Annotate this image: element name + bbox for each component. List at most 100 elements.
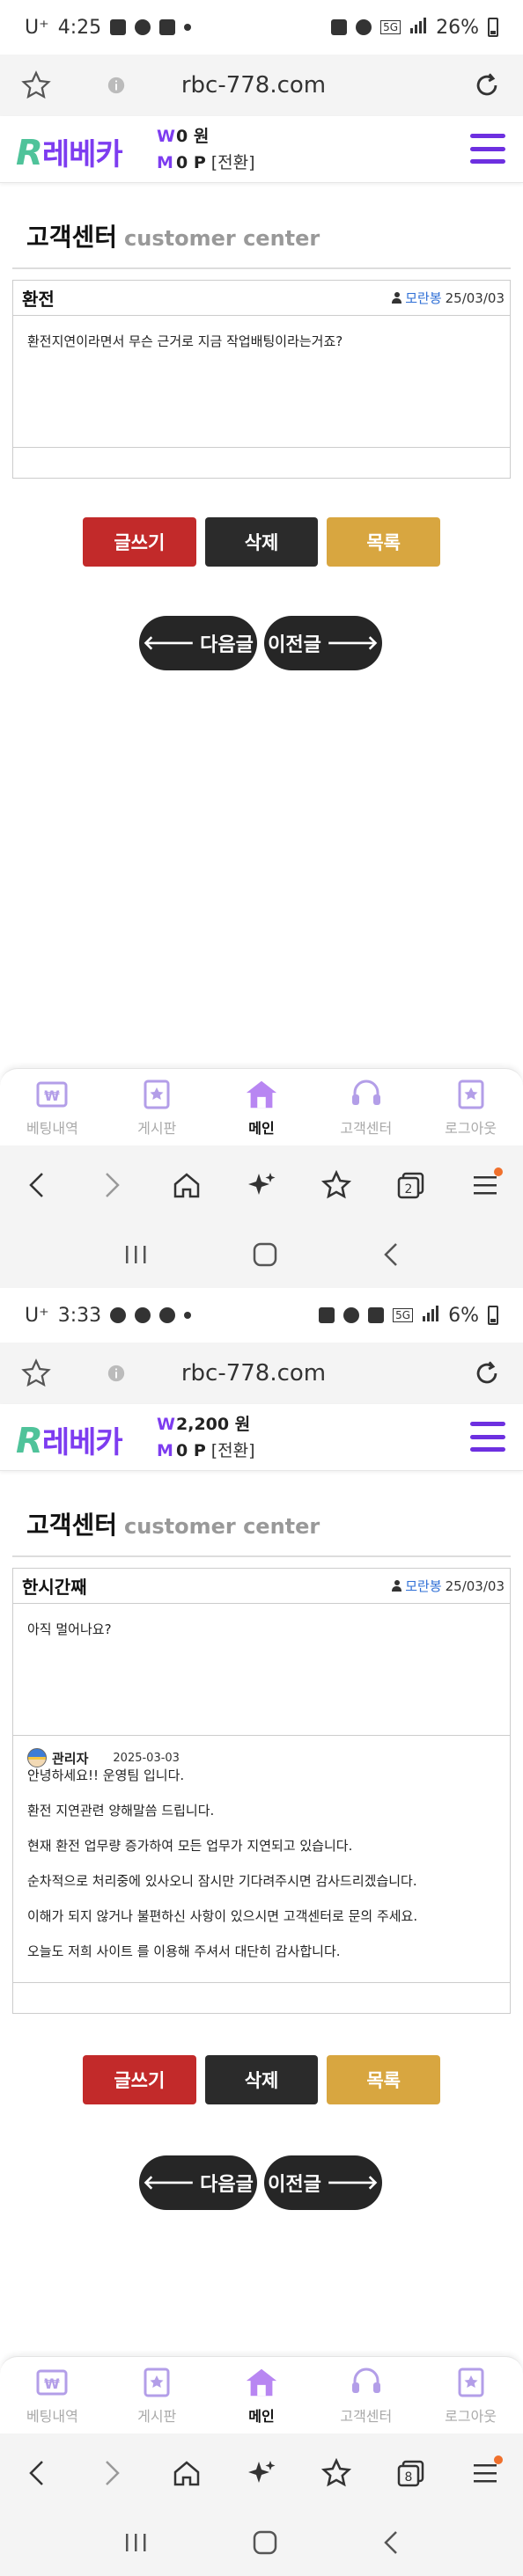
post-subject: 환전 <box>22 289 55 310</box>
won-balance: 0 원 <box>176 127 210 146</box>
nav-main[interactable]: 메인 <box>210 2357 314 2433</box>
alarm-icon <box>343 1307 360 1323</box>
reload-icon[interactable] <box>472 1358 502 1388</box>
point-balance: 0 P <box>176 153 206 172</box>
page-subtitle: customer center <box>124 226 320 251</box>
screenshot-2: U⁺ 3:33 5G 6% rbc-778.com R레베카 W2,200 원 … <box>0 1288 523 2576</box>
reply-date: 2025-03-03 <box>113 1751 180 1765</box>
tabs-icon[interactable]: 8 <box>392 2454 431 2492</box>
bookmarks-icon[interactable] <box>317 2454 356 2492</box>
post-date: 25/03/03 <box>445 1577 505 1594</box>
board-star-icon <box>139 1078 174 1111</box>
post-meta: 모란봉 25/03/03 <box>392 1577 505 1595</box>
nav-betting-history[interactable]: ₩ 베팅내역 <box>0 1069 105 1145</box>
site-info-icon[interactable] <box>107 76 126 95</box>
post-navigation: 🡐 다음글 이전글 🡒 <box>139 2155 382 2210</box>
prev-post-button[interactable]: 이전글 🡒 <box>264 2155 382 2210</box>
point-label: M <box>157 153 173 172</box>
site-info-icon[interactable] <box>107 1364 126 1383</box>
convert-link[interactable]: [전환] <box>211 153 255 172</box>
page-title: 고객센터 customer center <box>26 223 320 252</box>
post-author: 모란봉 <box>405 290 442 306</box>
menu-icon[interactable] <box>470 134 505 164</box>
post-author: 모란봉 <box>405 1578 442 1594</box>
write-button[interactable]: 글쓰기 <box>83 2055 196 2104</box>
home-browser-icon[interactable] <box>167 2454 206 2492</box>
status-bar: U⁺ 3:33 5G 6% <box>0 1288 523 1343</box>
site-logo[interactable]: R레베카 <box>16 130 123 173</box>
back-system-icon[interactable] <box>381 2529 401 2559</box>
site-logo[interactable]: R레베카 <box>16 1418 123 1461</box>
nav-board[interactable]: 게시판 <box>105 1069 210 1145</box>
ticket-won-icon: ₩ <box>34 2366 70 2399</box>
battery-percent: 6% <box>448 1304 479 1327</box>
site-header: R레베카 W0 원 M0 P [전환] <box>0 116 523 183</box>
post-meta: 모란봉 25/03/03 <box>392 289 505 307</box>
more-dot-icon <box>184 1312 192 1319</box>
sparkle-icon[interactable] <box>242 1166 281 1204</box>
app-icon <box>135 1307 151 1323</box>
notification-dot <box>494 2455 504 2464</box>
home-system-icon[interactable] <box>252 2529 278 2559</box>
list-button[interactable]: 목록 <box>327 517 441 567</box>
recent-apps-icon[interactable] <box>122 1243 149 1270</box>
home-browser-icon[interactable] <box>167 1166 206 1204</box>
network-badge: 5G <box>393 1308 414 1322</box>
browser-menu-icon[interactable] <box>466 2454 505 2492</box>
nav-main[interactable]: 메인 <box>210 1069 314 1145</box>
post-view: 한시간째 모란봉 25/03/03 아직 멀어나요? 관리자 2025-03-0… <box>12 1568 511 2014</box>
nav-customer-center[interactable]: 고객센터 <box>313 1069 418 1145</box>
convert-link[interactable]: [전환] <box>211 1441 255 1460</box>
notification-icon <box>159 1307 176 1323</box>
sparkle-icon[interactable] <box>242 2454 281 2492</box>
arrow-right-icon: 🡒 <box>326 2172 379 2194</box>
nav-logout[interactable]: 로그아웃 <box>418 1069 523 1145</box>
nav-customer-center[interactable]: 고객센터 <box>313 2357 418 2433</box>
next-post-button[interactable]: 🡐 다음글 <box>139 616 257 670</box>
signal-icon <box>409 17 427 39</box>
nav-logout[interactable]: 로그아웃 <box>418 2357 523 2433</box>
post-navigation: 🡐 다음글 이전글 🡒 <box>139 616 382 670</box>
reply-header: 관리자 2025-03-03 <box>27 1748 496 1767</box>
delete-button[interactable]: 삭제 <box>204 517 319 567</box>
browser-toolbar: 2 <box>0 1145 523 1225</box>
back-icon[interactable] <box>18 2454 56 2492</box>
bookmark-star-icon[interactable] <box>21 70 51 100</box>
delete-button[interactable]: 삭제 <box>204 2055 319 2104</box>
bottom-nav: ₩ 베팅내역 게시판 메인 고객센터 로그아웃 <box>0 1068 523 1145</box>
back-icon[interactable] <box>18 1166 56 1204</box>
back-system-icon[interactable] <box>381 1241 401 1271</box>
home-system-icon[interactable] <box>252 1241 278 1271</box>
battery-icon <box>488 1306 498 1325</box>
home-icon <box>244 2366 279 2399</box>
reload-icon[interactable] <box>472 70 502 100</box>
tab-count: 2 <box>404 1182 412 1197</box>
action-buttons: 글쓰기 삭제 목록 <box>83 2055 441 2104</box>
bookmark-star-icon[interactable] <box>21 1358 51 1388</box>
forward-icon[interactable] <box>92 2454 131 2492</box>
board-star-icon <box>139 2366 174 2399</box>
tabs-icon[interactable]: 2 <box>392 1166 431 1204</box>
url-text[interactable]: rbc-778.com <box>181 1360 326 1387</box>
notification-dot <box>494 1167 504 1176</box>
post-view: 환전 모란봉 25/03/03 환전지연이라면서 무슨 근거로 지금 작업배팅이… <box>12 280 511 479</box>
write-button[interactable]: 글쓰기 <box>83 517 196 567</box>
title-divider <box>12 267 511 269</box>
browser-menu-icon[interactable] <box>466 1166 505 1204</box>
nav-betting-history[interactable]: ₩ 베팅내역 <box>0 2357 105 2433</box>
url-text[interactable]: rbc-778.com <box>181 72 326 99</box>
arrow-right-icon: 🡒 <box>326 633 379 655</box>
prev-post-button[interactable]: 이전글 🡒 <box>264 616 382 670</box>
bookmarks-icon[interactable] <box>317 1166 356 1204</box>
gallery-icon <box>110 19 127 35</box>
forward-icon[interactable] <box>92 1166 131 1204</box>
nav-board[interactable]: 게시판 <box>105 2357 210 2433</box>
chat-icon <box>110 1307 127 1323</box>
next-post-button[interactable]: 🡐 다음글 <box>139 2155 257 2210</box>
post-body: 아직 멀어나요? <box>13 1604 510 1736</box>
list-button[interactable]: 목록 <box>327 2055 441 2104</box>
action-buttons: 글쓰기 삭제 목록 <box>83 517 441 567</box>
post-body: 환전지연이라면서 무슨 근거로 지금 작업배팅이라는거죠? <box>13 316 510 448</box>
recent-apps-icon[interactable] <box>122 2531 149 2558</box>
menu-icon[interactable] <box>470 1422 505 1452</box>
